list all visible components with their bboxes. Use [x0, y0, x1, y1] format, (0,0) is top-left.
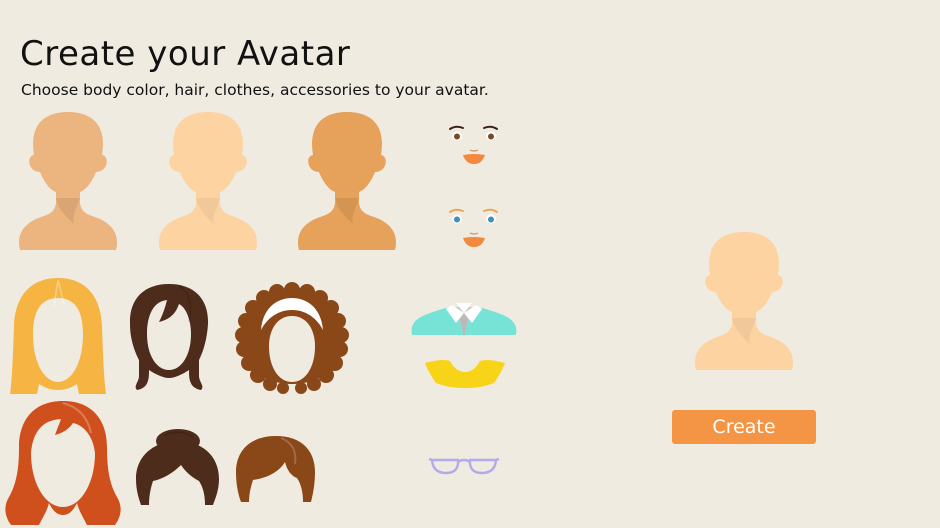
eyes-mouth-icon [449, 208, 498, 247]
avatar-preview-silhouette-icon [695, 232, 793, 370]
collared-shirt-icon [411, 303, 517, 337]
body-color-option-1[interactable] [14, 112, 122, 257]
page-subtitle: Choose body color, hair, clothes, access… [21, 81, 489, 99]
eyes-option-2[interactable] [446, 207, 502, 251]
create-button[interactable]: Create [672, 410, 816, 444]
body-color-option-2[interactable] [154, 112, 262, 257]
curly-hair-icon [235, 282, 349, 394]
hair-option-2[interactable] [127, 282, 211, 392]
short-hair-icon [236, 436, 315, 502]
clothes-option-2[interactable] [422, 357, 508, 389]
body-silhouette-icon [298, 112, 396, 250]
bob-hair-icon [129, 284, 209, 390]
body-color-option-3[interactable] [293, 112, 401, 257]
avatar-preview [690, 232, 798, 377]
glasses-icon [428, 457, 500, 475]
hair-option-5[interactable] [135, 427, 221, 507]
hair-option-4[interactable] [3, 399, 123, 527]
eyes-mouth-icon [449, 125, 498, 164]
glasses-option[interactable] [428, 455, 500, 479]
hair-option-6[interactable] [235, 434, 317, 504]
long-hair-icon [10, 278, 106, 394]
yellow-top-icon [425, 359, 505, 388]
hair-option-3[interactable] [235, 282, 349, 394]
body-silhouette-icon [19, 112, 117, 250]
eyes-option-1[interactable] [446, 124, 502, 168]
hair-option-1[interactable] [9, 276, 107, 398]
page-title: Create your Avatar [20, 34, 351, 74]
bun-hair-icon [136, 429, 219, 505]
clothes-option-1[interactable] [410, 295, 518, 337]
red-long-hair-icon [5, 401, 121, 525]
body-silhouette-icon [159, 112, 257, 250]
